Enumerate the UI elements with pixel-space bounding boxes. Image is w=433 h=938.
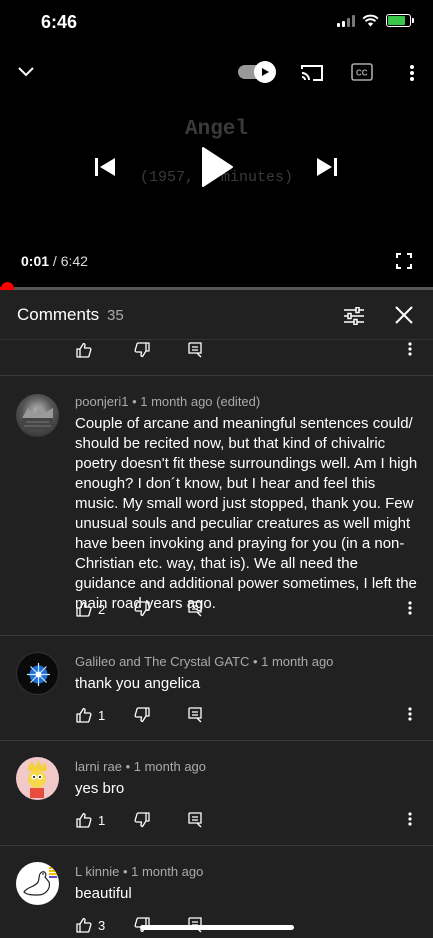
thumbs-down-icon [134,342,150,358]
duration: 6:42 [60,253,88,269]
comment-meta: L kinnie • 1 month ago [75,864,204,879]
like-count: 1 [98,812,106,828]
comment-text: beautiful [75,885,132,902]
like-button[interactable]: 1 [76,707,105,723]
like-count: 1 [98,707,106,723]
comment-meta: larni rae • 1 month ago [75,759,207,774]
status-time: 6:46 [41,12,78,32]
like-button[interactable]: 2 [76,601,105,617]
signal-icon [337,14,355,27]
thumbs-down-icon [134,707,150,723]
comment-actions: 1 [0,812,433,834]
wifi-icon [362,14,379,27]
reply-button[interactable] [188,342,202,358]
comments-count: 35 [107,307,124,324]
home-indicator[interactable] [140,925,294,930]
close-icon[interactable] [392,303,416,327]
comment-text: Couple of arcane and meaningful sentence… [75,415,418,612]
comments-title: Comments [17,305,100,324]
reply-button[interactable] [188,707,202,723]
reply-icon [188,601,202,617]
reply-icon [188,812,202,828]
thumbs-down-icon [134,812,150,828]
like-count: 2 [98,601,106,617]
video-title-overlay: Angel [184,118,248,141]
current-time: 0:01 [21,253,50,269]
thumbs-up-icon [76,917,92,933]
autoplay-toggle[interactable] [236,61,276,83]
avatar[interactable] [16,757,59,800]
comment-more-icon[interactable] [408,342,412,356]
next-icon[interactable] [314,154,340,180]
dislike-button[interactable] [134,707,150,723]
comment-item: poonjeri1 • 1 month ago (edited) Couple … [0,376,433,635]
comment-more-icon[interactable] [408,707,412,721]
dislike-button[interactable] [134,812,150,828]
comment-actions: 2 [0,601,433,623]
cast-icon[interactable] [299,60,325,86]
thumbs-up-icon [76,342,92,358]
like-count: 3 [98,917,106,933]
fullscreen-icon[interactable] [393,250,415,272]
comment-text: thank you angelica [75,675,201,692]
reply-button[interactable] [188,812,202,828]
reply-icon [188,707,202,723]
comments-header: Comments 35 [0,290,433,340]
thumbs-up-icon [76,601,92,617]
avatar[interactable] [16,394,59,437]
like-button[interactable]: 3 [76,917,105,933]
battery-icon [386,14,414,27]
reply-button[interactable] [188,601,202,617]
thumbs-up-icon [76,707,92,723]
dislike-button[interactable] [134,601,150,617]
thumbs-down-icon [134,601,150,617]
comment-actions: 1 [0,707,433,729]
svg-text:CC: CC [356,69,368,78]
more-options-icon[interactable] [403,60,421,86]
reply-icon [188,342,202,358]
comment-text: yes bro [75,780,125,797]
avatar[interactable] [16,862,59,905]
avatar[interactable] [16,652,59,695]
play-icon[interactable] [196,144,238,190]
chevron-down-icon[interactable] [14,60,38,84]
playback-time: 0:01 / 6:42 [21,253,88,269]
sort-filter-icon[interactable] [341,303,367,329]
video-player[interactable]: 6:46 CC Angel (1957, 6 minutes) [0,0,433,289]
dislike-button[interactable] [134,342,150,358]
time-separator: / [52,253,57,269]
previous-icon[interactable] [92,154,118,180]
comment-meta: Galileo and The Crystal GATC • 1 month a… [75,654,334,669]
thumbs-up-icon [76,812,92,828]
like-button[interactable]: 1 [76,812,105,828]
status-icons [337,14,414,27]
comment-actions [0,342,433,364]
comment-item: larni rae • 1 month ago yes bro 1 [0,741,433,845]
comment-item: Galileo and The Crystal GATC • 1 month a… [0,636,433,740]
captions-icon[interactable]: CC [350,62,374,82]
comment-more-icon[interactable] [408,812,412,826]
comment-meta: poonjeri1 • 1 month ago (edited) [75,394,261,409]
comment-more-icon[interactable] [408,601,412,615]
like-button[interactable] [76,342,92,358]
